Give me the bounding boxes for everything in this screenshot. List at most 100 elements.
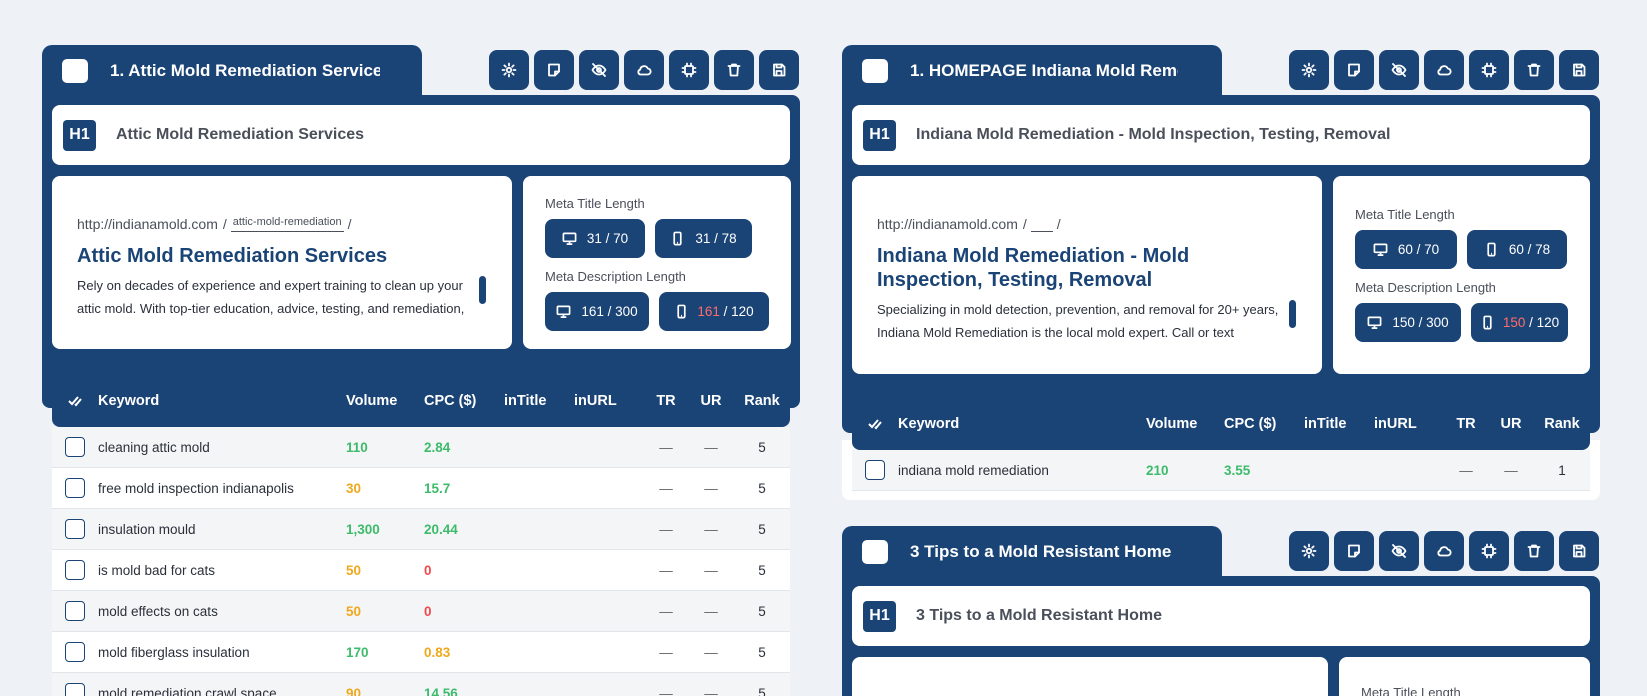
keyword-checkbox[interactable] [52, 519, 98, 539]
keyword-checkbox[interactable] [852, 460, 898, 480]
page-card-attic: 1. Attic Mold Remediation Services H1 At… [42, 45, 800, 696]
col-tr[interactable]: TR [1444, 416, 1488, 432]
eye-off-button[interactable] [579, 50, 619, 90]
col-rank[interactable]: Rank [734, 393, 790, 409]
serp-title[interactable]: Indiana Mold Remediation - Mold Inspecti… [877, 244, 1297, 292]
keyword-row[interactable]: mold effects on cats 50 0 — — 5 [52, 591, 790, 632]
eye-off-icon [1391, 544, 1407, 558]
h1-text[interactable]: Attic Mold Remediation Services [116, 126, 364, 144]
note-button[interactable] [534, 50, 574, 90]
select-all-keywords[interactable] [52, 393, 98, 409]
keyword-row[interactable]: insulation mould 1,300 20.44 — — 5 [52, 509, 790, 550]
checkbox-box[interactable] [65, 642, 85, 662]
keyword-rows: cleaning attic mold 110 2.84— —5 free mold i… [52, 427, 790, 696]
h1-text[interactable]: Indiana Mold Remediation - Mold Inspecti… [916, 126, 1390, 144]
col-rank[interactable]: Rank [1534, 416, 1590, 432]
col-keyword[interactable]: Keyword [898, 416, 1146, 432]
col-ur[interactable]: UR [688, 393, 734, 409]
keyword-row[interactable]: mold remediation crawl space 90 14.56 — — 5 [52, 673, 790, 696]
note-button[interactable] [1334, 50, 1374, 90]
chip-button[interactable] [1469, 531, 1509, 571]
select-page-checkbox[interactable] [62, 59, 88, 83]
keyword-cell: mold effects on cats [98, 603, 218, 619]
desc-mobile-limit: / 120 [1525, 315, 1560, 330]
keyword-table-header: Keyword Volume CPC ($) inTitle inURL TR … [52, 375, 790, 427]
tr-cell: — [659, 562, 673, 578]
col-intitle[interactable]: inTitle [504, 393, 574, 409]
col-cpc[interactable]: CPC ($) [1224, 416, 1304, 432]
keyword-checkbox[interactable] [52, 601, 98, 621]
ur-cell: — [704, 644, 718, 660]
col-tr[interactable]: TR [644, 393, 688, 409]
h1-badge: H1 [863, 119, 896, 151]
ur-cell: — [704, 439, 718, 455]
col-volume[interactable]: Volume [346, 393, 424, 409]
url-slug-input[interactable] [1030, 216, 1053, 232]
keyword-checkbox[interactable] [52, 642, 98, 662]
note-button[interactable] [1334, 531, 1374, 571]
checkbox-box[interactable] [65, 683, 85, 696]
volume-cell: 170 [346, 644, 369, 660]
col-inurl[interactable]: inURL [1374, 416, 1444, 432]
serp-description[interactable]: Specializing in mold detection, preventi… [877, 298, 1287, 344]
trash-button[interactable] [1514, 531, 1554, 571]
eye-off-button[interactable] [1379, 50, 1419, 90]
select-all-keywords[interactable] [852, 416, 898, 432]
keyword-checkbox[interactable] [52, 560, 98, 580]
trash-button[interactable] [714, 50, 754, 90]
col-inurl[interactable]: inURL [574, 393, 644, 409]
keyword-cell: insulation mould [98, 521, 196, 537]
keyword-row[interactable]: free mold inspection indianapolis 30 15.7 —… [52, 468, 790, 509]
eye-off-button[interactable] [1379, 531, 1419, 571]
description-scrollbar[interactable] [1289, 300, 1296, 328]
gear-button[interactable] [489, 50, 529, 90]
rank-cell: 5 [758, 685, 766, 696]
col-keyword[interactable]: Keyword [98, 393, 346, 409]
save-button[interactable] [1559, 531, 1599, 571]
note-icon [1348, 63, 1360, 77]
keyword-row[interactable]: mold fiberglass insulation 170 0.83 — — 5 [52, 632, 790, 673]
keyword-row[interactable]: indiana mold remediation 210 3.55 — — 1 [852, 450, 1590, 491]
gear-button[interactable] [1289, 531, 1329, 571]
col-intitle[interactable]: inTitle [1304, 416, 1374, 432]
checkbox-box[interactable] [65, 601, 85, 621]
cloud-button[interactable] [1424, 531, 1464, 571]
chip-button[interactable] [1469, 50, 1509, 90]
select-page-checkbox[interactable] [862, 59, 888, 83]
checkbox-box[interactable] [865, 460, 885, 480]
col-volume[interactable]: Volume [1146, 416, 1224, 432]
check-all-icon [868, 419, 882, 430]
cpc-cell: 15.7 [424, 480, 451, 496]
title-mobile-value: 31 / 78 [695, 231, 737, 246]
save-button[interactable] [759, 50, 799, 90]
keyword-checkbox[interactable] [52, 478, 98, 498]
rank-cell: 1 [1558, 462, 1566, 478]
description-scrollbar[interactable] [479, 276, 486, 304]
keyword-checkbox[interactable] [52, 437, 98, 457]
checkbox-box[interactable] [65, 437, 85, 457]
keyword-row[interactable]: is mold bad for cats 50 0 — — 5 [52, 550, 790, 591]
cloud-button[interactable] [624, 50, 664, 90]
meta-title-length-label: Meta Title Length [1355, 207, 1455, 222]
chip-button[interactable] [669, 50, 709, 90]
checkbox-box[interactable] [65, 519, 85, 539]
url-slug-input[interactable]: attic-mold-remediation [230, 216, 344, 232]
keyword-table: Keyword Volume CPC ($) inTitle inURL TR … [852, 398, 1590, 491]
cloud-button[interactable] [1424, 50, 1464, 90]
h1-text[interactable]: 3 Tips to a Mold Resistant Home [916, 607, 1162, 625]
meta-length-panel: Meta Title Length 31 / 70 31 / 78 Meta D… [523, 176, 791, 349]
checkbox-box[interactable] [65, 478, 85, 498]
col-ur[interactable]: UR [1488, 416, 1534, 432]
gear-button[interactable] [1289, 50, 1329, 90]
checkbox-box[interactable] [65, 560, 85, 580]
trash-button[interactable] [1514, 50, 1554, 90]
mobile-icon [1487, 242, 1496, 257]
select-page-checkbox[interactable] [862, 540, 888, 564]
keyword-checkbox[interactable] [52, 683, 98, 696]
keyword-row[interactable]: cleaning attic mold 110 2.84 — — 5 [52, 427, 790, 468]
serp-title[interactable]: Attic Mold Remediation Services [77, 244, 487, 268]
col-cpc[interactable]: CPC ($) [424, 393, 504, 409]
save-button[interactable] [1559, 50, 1599, 90]
page-toolbar [1289, 50, 1599, 90]
serp-description[interactable]: Rely on decades of experience and expert… [77, 274, 487, 320]
